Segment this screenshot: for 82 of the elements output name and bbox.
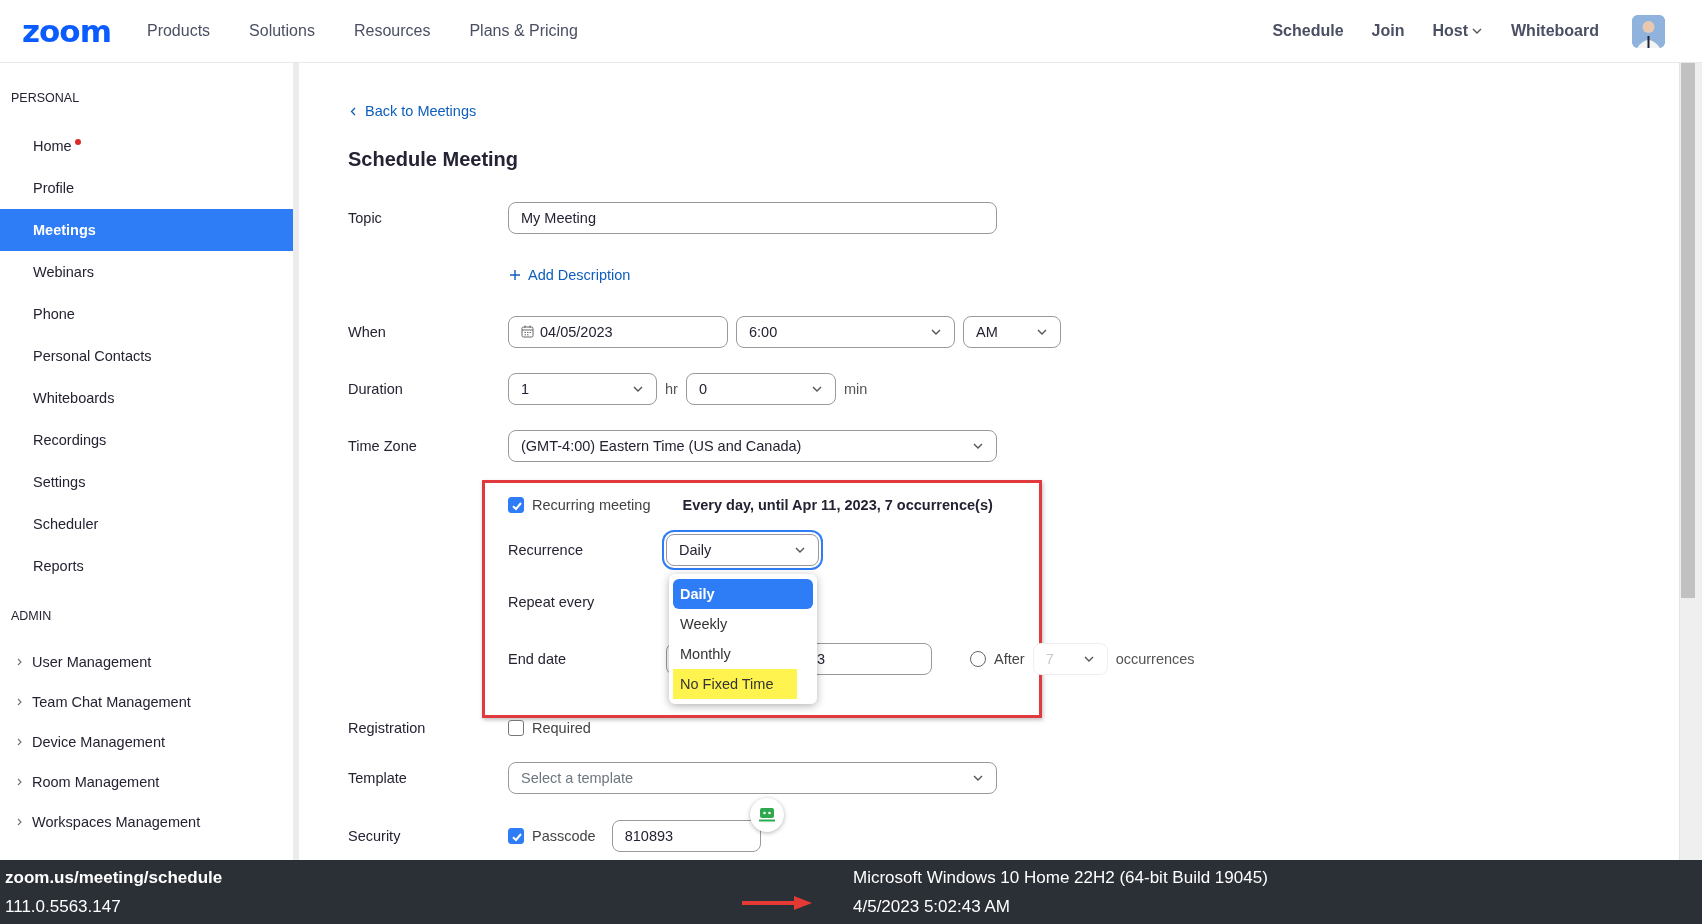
after-radio-option[interactable]: After: [970, 650, 1025, 667]
topic-field[interactable]: My Meeting: [508, 201, 997, 234]
dropdown-option[interactable]: Weekly: [673, 609, 735, 639]
section-heading: ADMIN: [11, 608, 52, 625]
chevron-right-icon: [15, 658, 23, 666]
add-description-link[interactable]: Add Description: [510, 266, 631, 283]
robot-icon: [758, 807, 775, 822]
passcode-field[interactable]: 810893: [611, 819, 761, 852]
unit-label: min: [843, 380, 868, 397]
minutes-select[interactable]: 0: [685, 372, 836, 405]
nav-link[interactable]: Schedule: [1272, 18, 1344, 44]
hours-select[interactable]: 1: [508, 372, 657, 405]
sidebar-item[interactable]: Workspaces Management: [0, 802, 293, 842]
chevron-right-icon: [15, 818, 23, 826]
scrollbar-thumb[interactable]: [1681, 63, 1695, 598]
field-label: Security: [348, 827, 402, 844]
sidebar-item[interactable]: Home: [0, 125, 293, 167]
nav-link[interactable]: Solutions: [247, 18, 317, 44]
dropdown-option[interactable]: No Fixed Time: [673, 669, 797, 699]
sidebar-item[interactable]: Meetings: [0, 209, 293, 251]
plus-icon: [510, 269, 520, 280]
unit-label: hr: [665, 380, 678, 397]
sidebar-item[interactable]: Whiteboards: [0, 377, 293, 419]
time-zone-select[interactable]: (GMT-4:00) Eastern Time (US and Canada): [508, 429, 997, 462]
recurrence-summary: Every day, until Apr 11, 2023, 7 occurrence(s): [682, 497, 993, 513]
arrow-annotation: [742, 896, 812, 910]
zoom-logo[interactable]: zoom: [22, 13, 111, 49]
date-field[interactable]: 04/05/2023: [508, 315, 728, 348]
version-text: 111.0.5563.147: [5, 896, 122, 917]
chevron-left-icon: [350, 106, 357, 116]
sidebar-item[interactable]: Personal Contacts: [0, 335, 293, 377]
field-label: End date: [508, 650, 568, 667]
sidebar-item[interactable]: Device Management: [0, 722, 293, 762]
sidebar-item[interactable]: Webinars: [0, 251, 293, 293]
avatar-icon[interactable]: [1632, 14, 1665, 48]
section-heading: PERSONAL: [11, 90, 80, 107]
field-label: Time Zone: [348, 437, 418, 454]
calendar-icon: [521, 325, 534, 338]
os-text: Microsoft Windows 10 Home 22H2 (64-bit Build 19045): [853, 867, 1268, 888]
time-select[interactable]: 6:00: [736, 315, 955, 348]
sidebar-item[interactable]: Reports: [0, 545, 293, 587]
url-text: zoom.us/meeting/schedule: [5, 867, 224, 888]
nav-link[interactable]: Join: [1371, 18, 1405, 44]
back-link[interactable]: Back to Meetings: [348, 100, 477, 122]
period-select[interactable]: AM: [963, 315, 1061, 348]
nav-link[interactable]: Whiteboard: [1511, 18, 1599, 44]
field-label: Topic: [348, 209, 383, 226]
checkbox[interactable]: [508, 827, 524, 844]
required-checkbox-option[interactable]: Required: [508, 720, 591, 736]
nav-link[interactable]: Plans & Pricing: [467, 18, 580, 44]
field-label: Registration: [348, 720, 427, 736]
checkbox[interactable]: [508, 720, 524, 736]
field-label: Template: [348, 770, 408, 786]
helper-badge[interactable]: [749, 797, 784, 832]
nav-link[interactable]: Resources: [351, 18, 433, 44]
chevron-right-icon: [15, 698, 23, 706]
sidebar-item[interactable]: Settings: [0, 461, 293, 503]
field-label: When: [348, 323, 387, 340]
sidebar-item[interactable]: Phone: [0, 293, 293, 335]
nav-link[interactable]: Products: [144, 18, 213, 44]
recurring-checkbox-option[interactable]: Recurring meeting: [508, 497, 651, 513]
checkbox[interactable]: [508, 497, 524, 513]
template-select[interactable]: Select a template: [508, 762, 997, 794]
page-title: Schedule Meeting: [348, 147, 520, 172]
passcode-checkbox-option[interactable]: Passcode: [508, 827, 596, 844]
chevron-right-icon: [15, 738, 23, 746]
timestamp-text: 4/5/2023 5:02:43 AM: [853, 896, 1011, 917]
dropdown-option[interactable]: Daily: [673, 579, 813, 609]
sidebar-item[interactable]: User Management: [0, 642, 293, 682]
sidebar-item[interactable]: Profile: [0, 167, 293, 209]
sidebar-item[interactable]: Scheduler: [0, 503, 293, 545]
dropdown-option[interactable]: Monthly: [673, 639, 738, 669]
radio-button[interactable]: [970, 650, 986, 667]
field-label: Duration: [348, 380, 404, 397]
sidebar-item[interactable]: Recordings: [0, 419, 293, 461]
unit-label: occurrences: [1115, 650, 1195, 667]
nav-link[interactable]: Host: [1432, 18, 1483, 44]
sidebar-item[interactable]: Room Management: [0, 762, 293, 802]
chevron-right-icon: [15, 778, 23, 786]
field-label: Recurrence: [508, 542, 584, 558]
sidebar-item[interactable]: Team Chat Management: [0, 682, 293, 722]
field-label: Repeat every: [508, 593, 596, 610]
